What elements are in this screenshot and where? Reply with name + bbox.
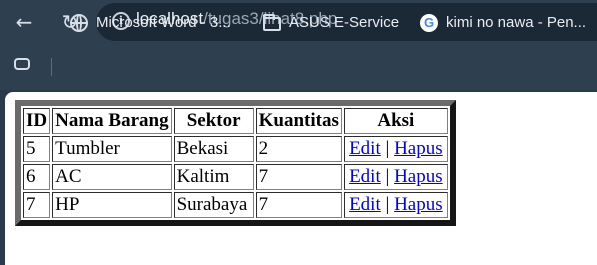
table-header-row: ID Nama Barang Sektor Kuantitas Aksi	[23, 108, 448, 134]
tab-search-icon[interactable]	[14, 58, 30, 70]
cell-id: 5	[23, 136, 51, 162]
cell-aksi: Edit | Hapus	[343, 164, 448, 190]
header-id: ID	[23, 108, 51, 134]
header-nama-barang: Nama Barang	[52, 108, 172, 134]
bookmark-label: Microsoft Word - 3...	[96, 14, 231, 31]
cell-aksi: Edit | Hapus	[343, 192, 448, 218]
delete-link[interactable]: Hapus	[394, 194, 443, 215]
cell-aksi: Edit | Hapus	[343, 136, 448, 162]
cell-id: 6	[23, 164, 51, 190]
cell-kuantitas: 2	[255, 136, 342, 162]
back-arrow-icon[interactable]: ←	[10, 8, 38, 36]
cell-kuantitas: 7	[255, 192, 342, 218]
page-viewport: ID Nama Barang Sektor Kuantitas Aksi 5 T…	[5, 92, 597, 265]
bookmark-label: ASUS E-Service	[289, 14, 400, 31]
action-separator: |	[385, 194, 390, 215]
cell-nama-barang: HP	[52, 192, 172, 218]
bookmark-asus-eservice[interactable]: ASUS E-Service	[263, 13, 399, 35]
action-separator: |	[385, 166, 390, 187]
bookmarks-bar	[0, 44, 597, 90]
edit-link[interactable]: Edit	[349, 166, 381, 187]
cell-sektor: Bekasi	[173, 136, 254, 162]
cell-nama-barang: AC	[52, 164, 172, 190]
globe-icon	[70, 14, 88, 33]
delete-link[interactable]: Hapus	[394, 166, 443, 187]
items-table: ID Nama Barang Sektor Kuantitas Aksi 5 T…	[15, 100, 456, 226]
bookmark-label: kimi no nawa - Pen...	[446, 14, 587, 31]
header-sektor: Sektor	[173, 108, 254, 134]
google-icon: G	[420, 14, 438, 33]
folder-icon	[263, 14, 281, 32]
cell-sektor: Kaltim	[173, 164, 254, 190]
cell-sektor: Surabaya	[173, 192, 254, 218]
header-aksi: Aksi	[343, 108, 448, 134]
bookmark-microsoft-word[interactable]: Microsoft Word - 3...	[70, 13, 231, 35]
cell-id: 7	[23, 192, 51, 218]
table-row: 7 HP Surabaya 7 Edit | Hapus	[23, 192, 448, 218]
bookmarks-divider	[51, 58, 52, 76]
cell-nama-barang: Tumbler	[52, 136, 172, 162]
header-kuantitas: Kuantitas	[255, 108, 342, 134]
table-row: 6 AC Kaltim 7 Edit | Hapus	[23, 164, 448, 190]
edit-link[interactable]: Edit	[349, 138, 381, 159]
cell-kuantitas: 7	[255, 164, 342, 190]
edit-link[interactable]: Edit	[349, 194, 381, 215]
bookmark-kimi-no-nawa[interactable]: Gkimi no nawa - Pen...	[420, 13, 586, 35]
delete-link[interactable]: Hapus	[394, 138, 443, 159]
action-separator: |	[385, 138, 390, 159]
table-row: 5 Tumbler Bekasi 2 Edit | Hapus	[23, 136, 448, 162]
